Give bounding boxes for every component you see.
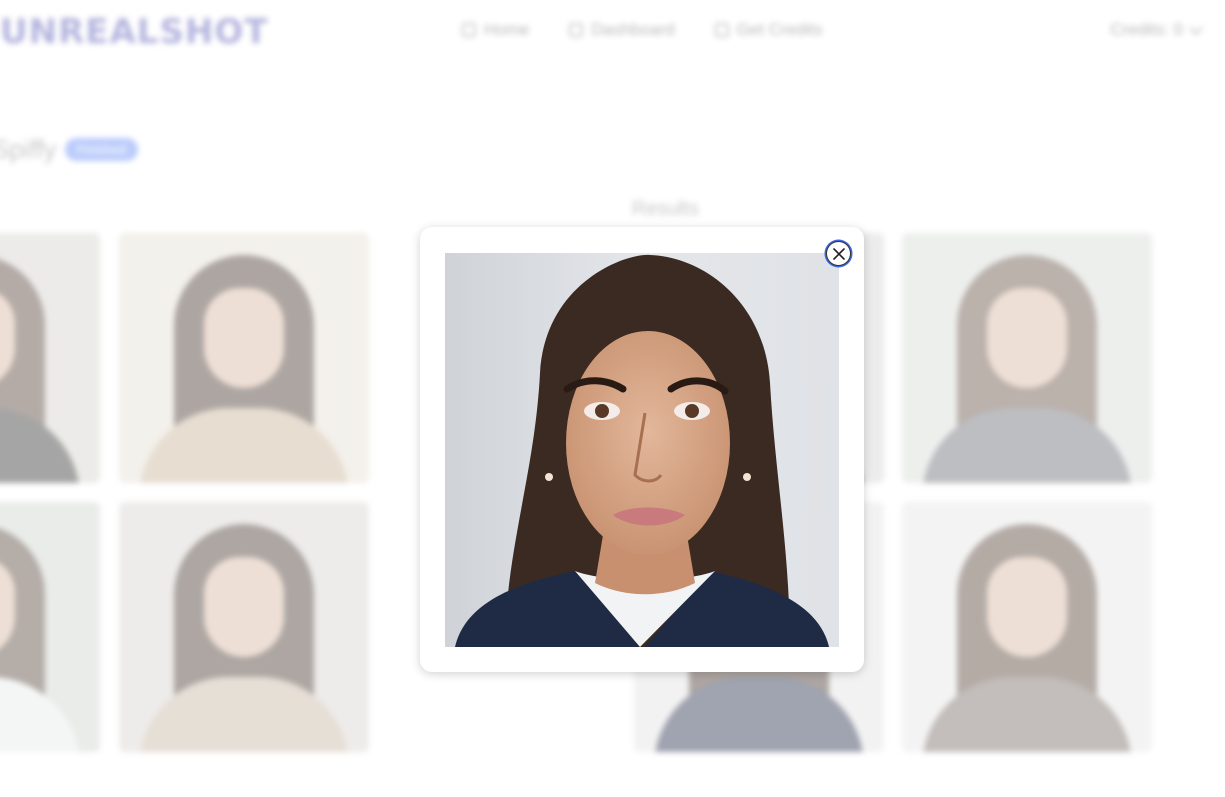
- image-preview-modal: [420, 227, 864, 672]
- headshot-illustration: [445, 253, 839, 647]
- app-root: UNREALSHOT Home Dashboard Get Credits Cr…: [0, 0, 1225, 797]
- close-button[interactable]: [826, 241, 851, 266]
- close-icon: [832, 247, 845, 260]
- preview-image: [445, 253, 839, 647]
